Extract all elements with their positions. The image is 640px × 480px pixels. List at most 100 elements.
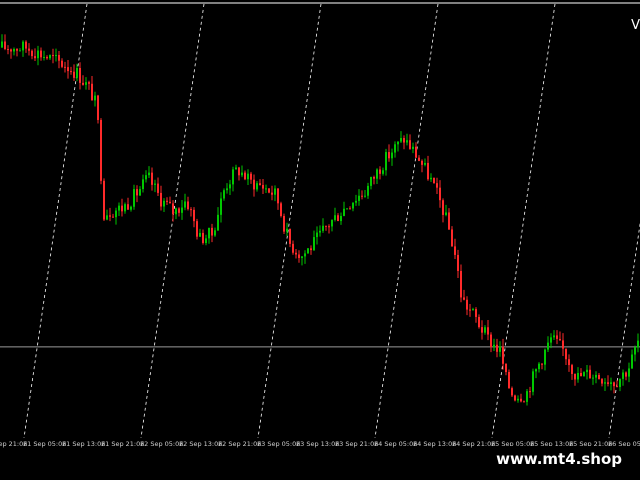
candle-body bbox=[397, 141, 399, 145]
candle-body bbox=[625, 372, 627, 377]
candle-body bbox=[247, 173, 249, 180]
candle-body bbox=[379, 169, 381, 174]
candle-body bbox=[343, 208, 345, 216]
candle-body bbox=[43, 56, 45, 58]
candle-body bbox=[229, 184, 231, 189]
candle-body bbox=[196, 221, 198, 237]
candle-body bbox=[130, 206, 132, 210]
candle-body bbox=[631, 354, 633, 369]
candle-body bbox=[88, 82, 90, 84]
candle-body bbox=[208, 227, 210, 239]
candle-body bbox=[565, 348, 567, 360]
time-grid-line bbox=[608, 221, 640, 439]
candle-body bbox=[370, 177, 372, 186]
candle-body bbox=[73, 71, 75, 78]
candle-body bbox=[457, 254, 459, 271]
candle-body bbox=[319, 230, 321, 233]
time-tick-label: 22 Sep 05:06 bbox=[140, 440, 183, 448]
candle-body bbox=[340, 215, 342, 222]
candle-body bbox=[286, 228, 288, 232]
candle-body bbox=[403, 138, 405, 143]
candle-body bbox=[103, 180, 105, 220]
candle-body bbox=[424, 162, 426, 165]
candle-body bbox=[49, 55, 51, 59]
candle-body bbox=[13, 48, 15, 52]
candle-body bbox=[274, 188, 276, 195]
candle-body bbox=[529, 391, 531, 393]
candle-body bbox=[520, 398, 522, 402]
candle-body bbox=[253, 179, 255, 190]
candle-body bbox=[10, 49, 12, 52]
candle-body bbox=[133, 189, 135, 207]
watermark: www.mt4.shop bbox=[486, 446, 632, 472]
candle-body bbox=[190, 209, 192, 211]
time-tick-label: 22 Sep 21:06 bbox=[218, 440, 261, 448]
candle-body bbox=[481, 327, 483, 333]
candle-body bbox=[616, 386, 618, 388]
time-tick-label: 23 Sep 05:06 bbox=[257, 440, 300, 448]
candle-body bbox=[52, 55, 54, 57]
candle-body bbox=[1, 41, 3, 48]
candle-body bbox=[550, 337, 552, 343]
candle-body bbox=[634, 347, 636, 355]
candle-body bbox=[97, 95, 99, 120]
candle-body bbox=[505, 363, 507, 373]
candle-body bbox=[70, 71, 72, 73]
candle-body bbox=[145, 175, 147, 180]
candle-body bbox=[301, 256, 303, 258]
candle-body bbox=[346, 208, 348, 210]
time-tick-label: 21 Sep 05:06 bbox=[23, 440, 66, 448]
candle-body bbox=[106, 215, 108, 220]
candle-body bbox=[463, 297, 465, 300]
candle-body bbox=[385, 152, 387, 171]
time-tick-label: 24 Sep 05:06 bbox=[374, 440, 417, 448]
candle-body bbox=[508, 372, 510, 389]
candle-body bbox=[358, 195, 360, 201]
candle-body bbox=[448, 212, 450, 230]
candle-body bbox=[154, 183, 156, 185]
candle-body bbox=[124, 204, 126, 212]
candle-body bbox=[547, 342, 549, 350]
candle-body bbox=[436, 183, 438, 188]
candle-body bbox=[277, 188, 279, 204]
candle-body bbox=[532, 371, 534, 392]
candle-body bbox=[364, 195, 366, 197]
candle-body bbox=[259, 183, 261, 186]
candle-body bbox=[394, 144, 396, 153]
candle-body bbox=[322, 225, 324, 231]
candle-body bbox=[556, 335, 558, 339]
candle-body bbox=[304, 253, 306, 257]
candle-body bbox=[433, 177, 435, 184]
time-grid-line bbox=[491, 3, 556, 439]
price-chart[interactable]: 20 Sep 21:0621 Sep 05:0621 Sep 13:0621 S… bbox=[0, 0, 640, 480]
candle-body bbox=[61, 60, 63, 67]
time-grid-line bbox=[257, 3, 322, 439]
candle-body bbox=[136, 189, 138, 196]
candle-body bbox=[367, 185, 369, 196]
candle-body bbox=[187, 201, 189, 210]
candle-body bbox=[460, 270, 462, 298]
candle-body bbox=[262, 185, 264, 189]
candle-body bbox=[25, 41, 27, 49]
candle-body bbox=[439, 187, 441, 201]
candle-body bbox=[139, 189, 141, 196]
candle-body bbox=[325, 225, 327, 227]
candle-body bbox=[220, 198, 222, 215]
candle-body bbox=[55, 54, 57, 57]
candle-body bbox=[151, 172, 153, 185]
candle-body bbox=[415, 146, 417, 158]
candle-body bbox=[469, 309, 471, 311]
chart-canvas[interactable]: 20 Sep 21:0621 Sep 05:0621 Sep 13:0621 S… bbox=[0, 0, 640, 480]
candle-body bbox=[121, 205, 123, 212]
candle-body bbox=[310, 248, 312, 251]
candle-body bbox=[76, 68, 78, 78]
candle-body bbox=[226, 188, 228, 191]
candle-body bbox=[166, 200, 168, 202]
candle-body bbox=[559, 338, 561, 341]
candle-body bbox=[94, 95, 96, 101]
candle-body bbox=[157, 183, 159, 193]
candle-body bbox=[493, 344, 495, 348]
candle-body bbox=[553, 335, 555, 338]
candle-body bbox=[418, 157, 420, 161]
candle-body bbox=[613, 382, 615, 387]
